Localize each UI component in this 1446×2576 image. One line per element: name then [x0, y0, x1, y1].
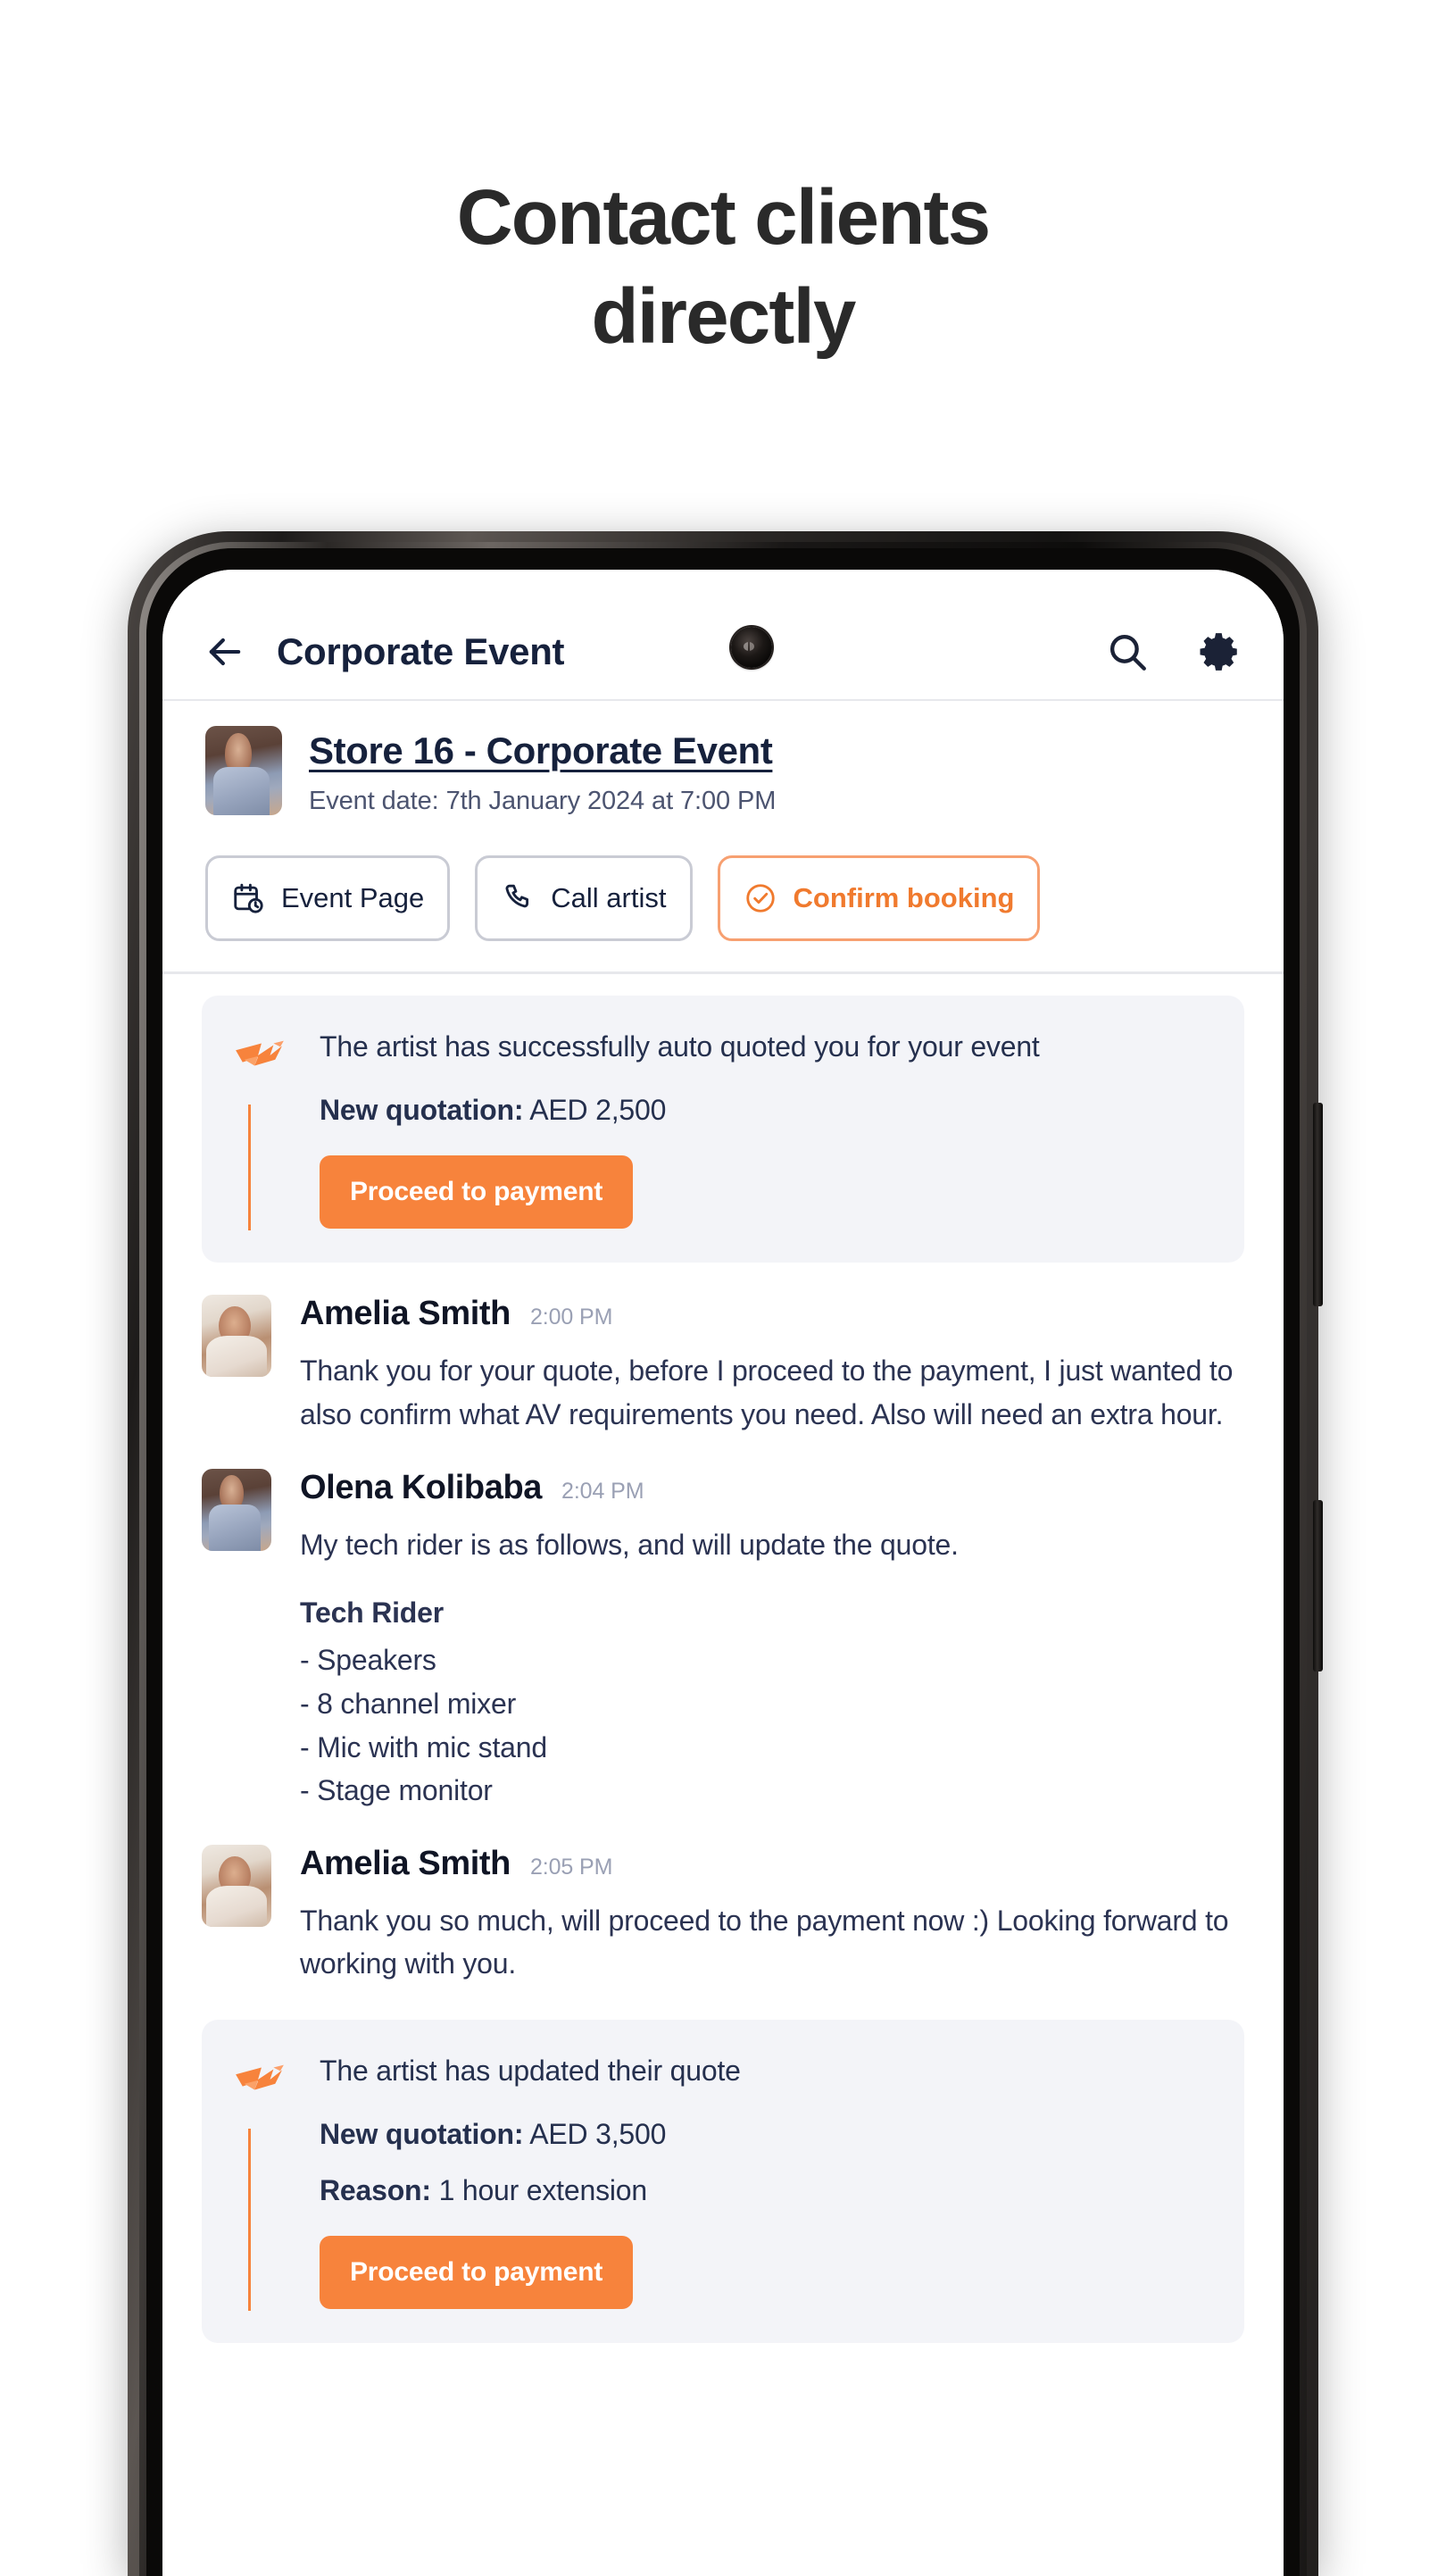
phone-mockup: Corporate Event Store 16 - Corporate Eve	[128, 531, 1323, 2576]
page-title-line-2: directly	[591, 273, 856, 361]
message-body: Amelia Smith 2:00 PM Thank you for your …	[300, 1295, 1244, 1436]
notification-reason: Reason: 1 hour extension	[320, 2174, 1210, 2207]
actions-divider	[162, 971, 1284, 974]
notification-body: The artist has successfully auto quoted …	[320, 1026, 1210, 1230]
event-header: Store 16 - Corporate Event Event date: 7…	[162, 701, 1284, 816]
call-artist-label: Call artist	[551, 882, 667, 913]
event-page-button[interactable]: Event Page	[205, 855, 451, 941]
reason-value: 1 hour extension	[438, 2174, 648, 2207]
notification-quote: New quotation: AED 3,500	[320, 2118, 1210, 2151]
event-date: Event date: 7th January 2024 at 7:00 PM	[309, 787, 777, 815]
message-header: Amelia Smith 2:00 PM	[300, 1295, 1244, 1333]
event-meta: Store 16 - Corporate Event Event date: 7…	[309, 726, 776, 816]
avatar	[202, 1844, 271, 1927]
tech-rider-list: - Speakers - 8 channel mixer - Mic with …	[300, 1638, 1244, 1813]
list-item: - 8 channel mixer	[300, 1687, 517, 1720]
message-text: Thank you for your quote, before I proce…	[300, 1355, 1234, 1431]
app-bar-title: Corporate Event	[277, 629, 565, 672]
avatar	[202, 1295, 271, 1378]
message-timestamp: 2:04 PM	[561, 1478, 644, 1504]
notification-quote: New quotation: AED 2,500	[320, 1094, 1210, 1127]
notification-message: The artist has successfully auto quoted …	[320, 1030, 1040, 1063]
search-icon[interactable]	[1105, 629, 1150, 674]
event-title-link[interactable]: Store 16 - Corporate Event	[309, 729, 776, 772]
message-sender: Olena Kolibaba	[300, 1468, 543, 1506]
proceed-to-payment-button[interactable]: Proceed to payment	[320, 1155, 634, 1230]
reason-label: Reason:	[320, 2174, 431, 2207]
list-item: - Speakers	[300, 1644, 436, 1677]
notification-inner: The artist has successfully auto quoted …	[232, 1026, 1210, 1230]
power-button[interactable]	[1313, 1500, 1323, 1671]
arrow-left-icon[interactable]	[202, 629, 248, 675]
list-item: - Stage monitor	[300, 1774, 493, 1807]
call-artist-button[interactable]: Call artist	[475, 855, 693, 941]
message-sender: Amelia Smith	[300, 1295, 511, 1333]
message-header: Olena Kolibaba 2:04 PM	[300, 1469, 1244, 1507]
message-timestamp: 2:00 PM	[529, 1305, 613, 1330]
action-button-row: Event Page Call artist Confirm booking	[162, 816, 1284, 971]
quote-value: AED 2,500	[529, 1094, 667, 1127]
notification-message: The artist has updated their quote	[320, 2055, 741, 2088]
bird-logo-icon	[232, 1033, 287, 1076]
tech-rider-heading: Tech Rider	[300, 1596, 445, 1630]
quote-update-notification-card: The artist has updated their quote New q…	[202, 2020, 1244, 2344]
event-page-label: Event Page	[281, 882, 425, 913]
message-sender: Amelia Smith	[300, 1844, 511, 1882]
event-thumbnail	[205, 726, 282, 815]
page-title-line-1: Contact clients	[456, 174, 991, 261]
quote-value: AED 3,500	[529, 2118, 667, 2151]
timeline-rail	[248, 1105, 251, 1231]
notification-inner: The artist has updated their quote New q…	[232, 2050, 1210, 2310]
chat-message: Amelia Smith 2:05 PM Thank you so much, …	[162, 1813, 1284, 1986]
confirm-booking-button[interactable]: Confirm booking	[717, 855, 1041, 941]
message-text: Thank you so much, will proceed to the p…	[300, 1904, 1229, 1980]
chat-feed: The artist has successfully auto quoted …	[162, 996, 1284, 2344]
calendar-clock-icon	[231, 881, 265, 915]
quote-label: New quotation:	[320, 1094, 524, 1127]
message-header: Amelia Smith 2:05 PM	[300, 1845, 1244, 1883]
proceed-to-payment-button[interactable]: Proceed to payment	[320, 2236, 634, 2310]
message-body: Amelia Smith 2:05 PM Thank you so much, …	[300, 1845, 1244, 1986]
phone-screen: Corporate Event Store 16 - Corporate Eve	[162, 570, 1284, 2576]
phone-icon	[501, 881, 535, 915]
gear-icon[interactable]	[1198, 629, 1242, 674]
message-text: My tech rider is as follows, and will up…	[300, 1528, 959, 1561]
page-title: Contact clients directly	[0, 0, 1446, 367]
message-timestamp: 2:05 PM	[529, 1854, 613, 1880]
avatar	[202, 1468, 271, 1551]
bird-logo-icon	[232, 2057, 287, 2100]
chat-message: Amelia Smith 2:00 PM Thank you for your …	[162, 1263, 1284, 1436]
notification-body: The artist has updated their quote New q…	[320, 2050, 1210, 2310]
quote-notification-card: The artist has successfully auto quoted …	[202, 996, 1244, 1263]
list-item: - Mic with mic stand	[300, 1730, 547, 1763]
app-bar: Corporate Event	[162, 570, 1284, 699]
check-circle-icon	[744, 881, 777, 915]
front-camera-icon	[731, 627, 772, 668]
volume-button[interactable]	[1313, 1103, 1323, 1306]
quote-label: New quotation:	[320, 2118, 524, 2151]
chat-message: Olena Kolibaba 2:04 PM My tech rider is …	[162, 1437, 1284, 1813]
event-header-row: Store 16 - Corporate Event Event date: 7…	[205, 726, 1241, 816]
confirm-booking-label: Confirm booking	[793, 882, 1015, 913]
message-body: Olena Kolibaba 2:04 PM My tech rider is …	[300, 1469, 1244, 1813]
timeline-rail	[248, 2129, 251, 2312]
